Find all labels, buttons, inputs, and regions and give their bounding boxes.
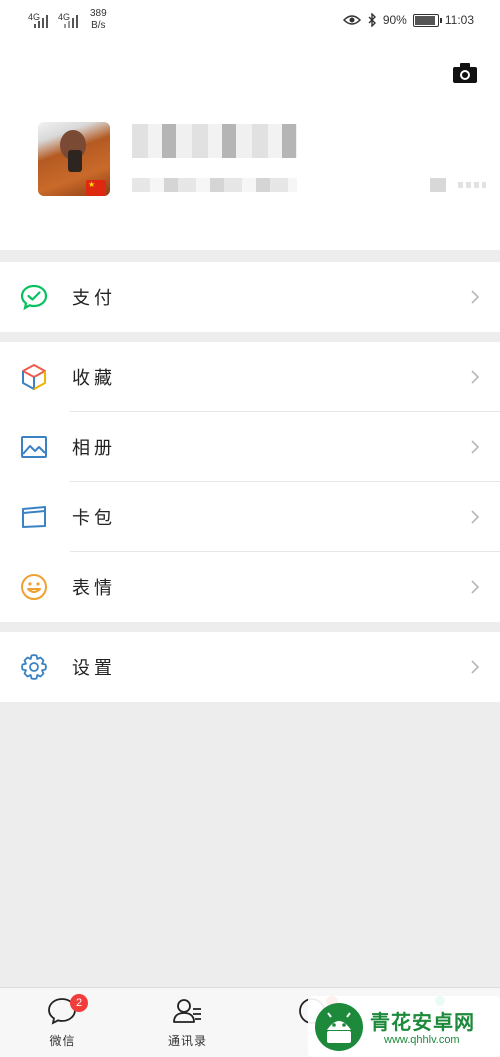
album-picture-icon [21,436,47,458]
menu-item-label: 表情 [72,578,116,599]
site-watermark: 青花安卓网 www.qhhlv.com [308,996,500,1057]
flag-badge: ★ [86,180,106,196]
signal-1-bars-icon [34,14,54,28]
menu-item-cards[interactable]: 卡包 [0,482,500,552]
contacts-icon [173,999,201,1023]
menu-item-label: 支付 [72,288,116,309]
net-speed: 389 B/s [90,8,107,32]
pay-card: 支付 [0,262,500,332]
nickname-pixelated [132,124,297,158]
signal-2-bars-icon [64,14,84,28]
smiley-face-icon [21,574,47,600]
chevron-right-icon [471,440,480,454]
battery-icon [412,13,442,27]
menu-item-favorites[interactable]: 收藏 [0,342,500,412]
watermark-title: 青花安卓网 [370,1010,475,1034]
menu-item-label: 设置 [72,658,116,679]
camera-icon[interactable] [452,60,478,86]
android-robot-logo-icon [315,1003,363,1051]
menu-item-label: 相册 [72,438,116,459]
eye-comfort-icon [342,15,361,25]
settings-card: 设置 [0,632,500,702]
menu-item-stickers[interactable]: 表情 [0,552,500,622]
status-right: 90% 11:03 [342,13,474,27]
features-card: 收藏 相册 卡包 表情 [0,342,500,622]
net-speed-unit: B/s [91,20,106,31]
net-speed-value: 389 [90,8,107,19]
watermark-url: www.qhhlv.com [384,1034,460,1046]
tab-contacts[interactable]: 通讯录 [125,988,250,1057]
menu-item-pay[interactable]: 支付 [0,262,500,332]
chevron-right-icon [471,580,480,594]
gear-icon [21,654,47,680]
battery-fill [414,15,435,25]
menu-item-label: 卡包 [72,508,116,529]
more-chevron-pixelated [458,182,486,188]
menu-item-settings[interactable]: 设置 [0,632,500,702]
wechat-id-pixelated [132,178,297,192]
qr-code-icon[interactable] [430,178,446,192]
chevron-right-icon [471,660,480,674]
profile-header[interactable]: ★ [0,44,500,250]
bluetooth-icon [368,13,376,27]
tab-chats[interactable]: 2 微信 [0,988,125,1057]
menu-item-label: 收藏 [72,368,116,389]
battery-percent: 90% [382,13,407,27]
status-bar: 4G 4G 389 B/s 90% 11:03 [0,0,500,44]
chevron-right-icon [471,370,480,384]
menu-item-album[interactable]: 相册 [0,412,500,482]
wechat-pay-icon [20,284,48,311]
clock: 11:03 [444,13,474,27]
chevron-right-icon [471,510,480,524]
tab-label: 通讯录 [167,1034,207,1048]
chevron-right-icon [471,290,480,304]
unread-badge: 2 [70,994,88,1012]
tab-label: 微信 [49,1034,76,1048]
favorites-cube-icon [22,364,46,390]
card-wallet-icon [22,506,46,528]
